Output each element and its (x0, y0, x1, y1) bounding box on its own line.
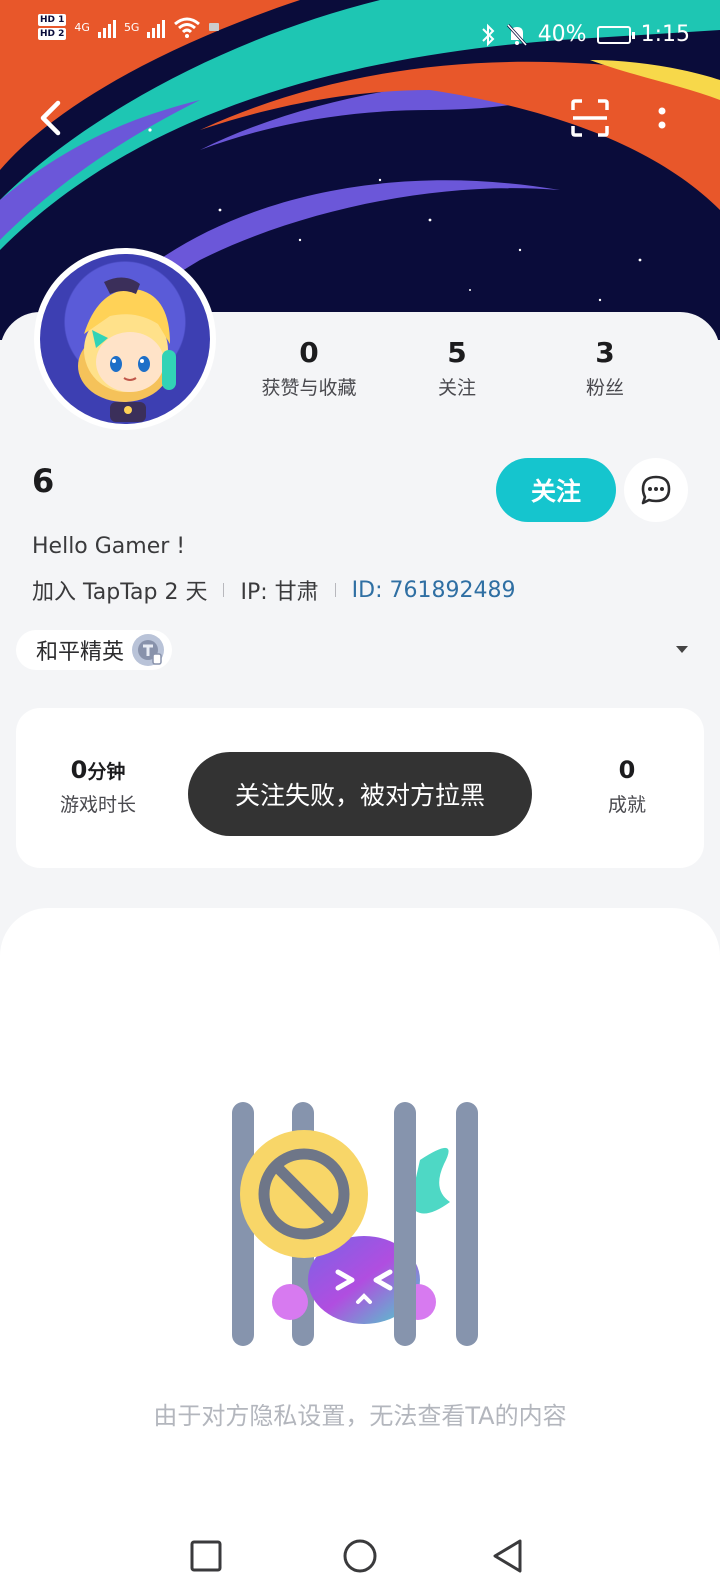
stat-following[interactable]: 5 关注 (382, 336, 532, 400)
clock: 1:15 (640, 22, 690, 47)
network-type-2: 5G (123, 20, 140, 34)
blocked-character-icon (232, 1102, 478, 1346)
stat-value: 5 (447, 336, 467, 369)
sim-indicators: HD 1 HD 2 (38, 14, 67, 40)
notification-icon (209, 23, 220, 31)
recents-button[interactable] (178, 1528, 234, 1584)
join-info: 加入 TapTap 2 天 (32, 580, 208, 605)
status-bar: HD 1 HD 2 4G 5G 40% 1:15 (0, 0, 720, 74)
blocked-illustration (220, 1094, 500, 1354)
user-bio: Hello Gamer ! (32, 534, 186, 559)
empty-state-message: 由于对方隐私设置，无法查看TA的内容 (153, 1402, 567, 1430)
stat-label: 关注 (437, 377, 476, 399)
toast-message: 关注失败，被对方拉黑 (188, 752, 532, 836)
divider (334, 583, 336, 597)
stat-label: 获赞与收藏 (261, 377, 357, 399)
achievements-stat[interactable]: 0 成就 (608, 756, 646, 817)
stat-label: 粉丝 (585, 377, 624, 399)
triangle-back-icon (493, 1539, 522, 1573)
chevron-left-icon (40, 100, 61, 136)
user-id[interactable]: ID: 761892489 (352, 578, 516, 603)
scan-button[interactable] (562, 90, 618, 146)
user-meta: 加入 TapTap 2 天 IP: 甘肃 ID: 761892489 (32, 574, 515, 606)
battery-icon (596, 25, 635, 44)
bluetooth-icon (481, 23, 495, 46)
game-tag[interactable]: 和平精英 (16, 630, 173, 670)
back-nav-button[interactable] (480, 1528, 536, 1584)
network-type-1: 4G (74, 20, 90, 34)
caret-down-icon[interactable] (676, 646, 688, 653)
stat-followers[interactable]: 3 粉丝 (530, 336, 680, 400)
playtime-number: 0 (70, 756, 88, 784)
message-button[interactable] (624, 458, 688, 522)
square-icon (190, 1540, 222, 1572)
back-button[interactable] (22, 90, 78, 146)
stat-likes-favorites[interactable]: 0 获赞与收藏 (234, 336, 384, 400)
stat-value: 0 (299, 336, 319, 369)
username: 6 (32, 462, 55, 500)
signal-icon-2 (147, 16, 166, 38)
sim2-badge: HD 2 (38, 28, 67, 40)
mute-bell-icon (506, 23, 527, 46)
scan-icon (571, 99, 609, 137)
avatar[interactable] (34, 248, 216, 430)
achievements-value: 0 (618, 756, 636, 784)
divider (223, 583, 225, 597)
home-button[interactable] (332, 1528, 388, 1584)
sim1-badge: HD 1 (38, 14, 67, 26)
game-badge-icon (132, 634, 165, 666)
status-right: 40% 1:15 (480, 22, 690, 47)
system-nav-bar (0, 1520, 720, 1592)
playtime-label: 游戏时长 (60, 794, 137, 816)
playtime-stat[interactable]: 0分钟 游戏时长 (60, 756, 136, 817)
game-tag-label: 和平精英 (36, 640, 125, 665)
ip-location: IP: 甘肃 (240, 580, 319, 605)
playtime-unit: 分钟 (87, 761, 126, 783)
wifi-icon (174, 17, 201, 38)
circle-icon (343, 1539, 377, 1573)
more-button[interactable] (634, 90, 690, 146)
avatar-image (40, 254, 210, 424)
chat-bubble-icon (641, 475, 671, 505)
battery-percent: 40% (537, 22, 587, 47)
playtime-value: 0分钟 (60, 756, 136, 784)
signal-icon-1 (97, 16, 116, 38)
avatar-character-icon (78, 277, 176, 422)
follow-button[interactable]: 关注 (496, 458, 616, 522)
more-vertical-icon (658, 107, 666, 129)
achievements-label: 成就 (608, 794, 647, 816)
status-left: HD 1 HD 2 4G 5G (38, 14, 220, 40)
stat-value: 3 (595, 336, 615, 369)
